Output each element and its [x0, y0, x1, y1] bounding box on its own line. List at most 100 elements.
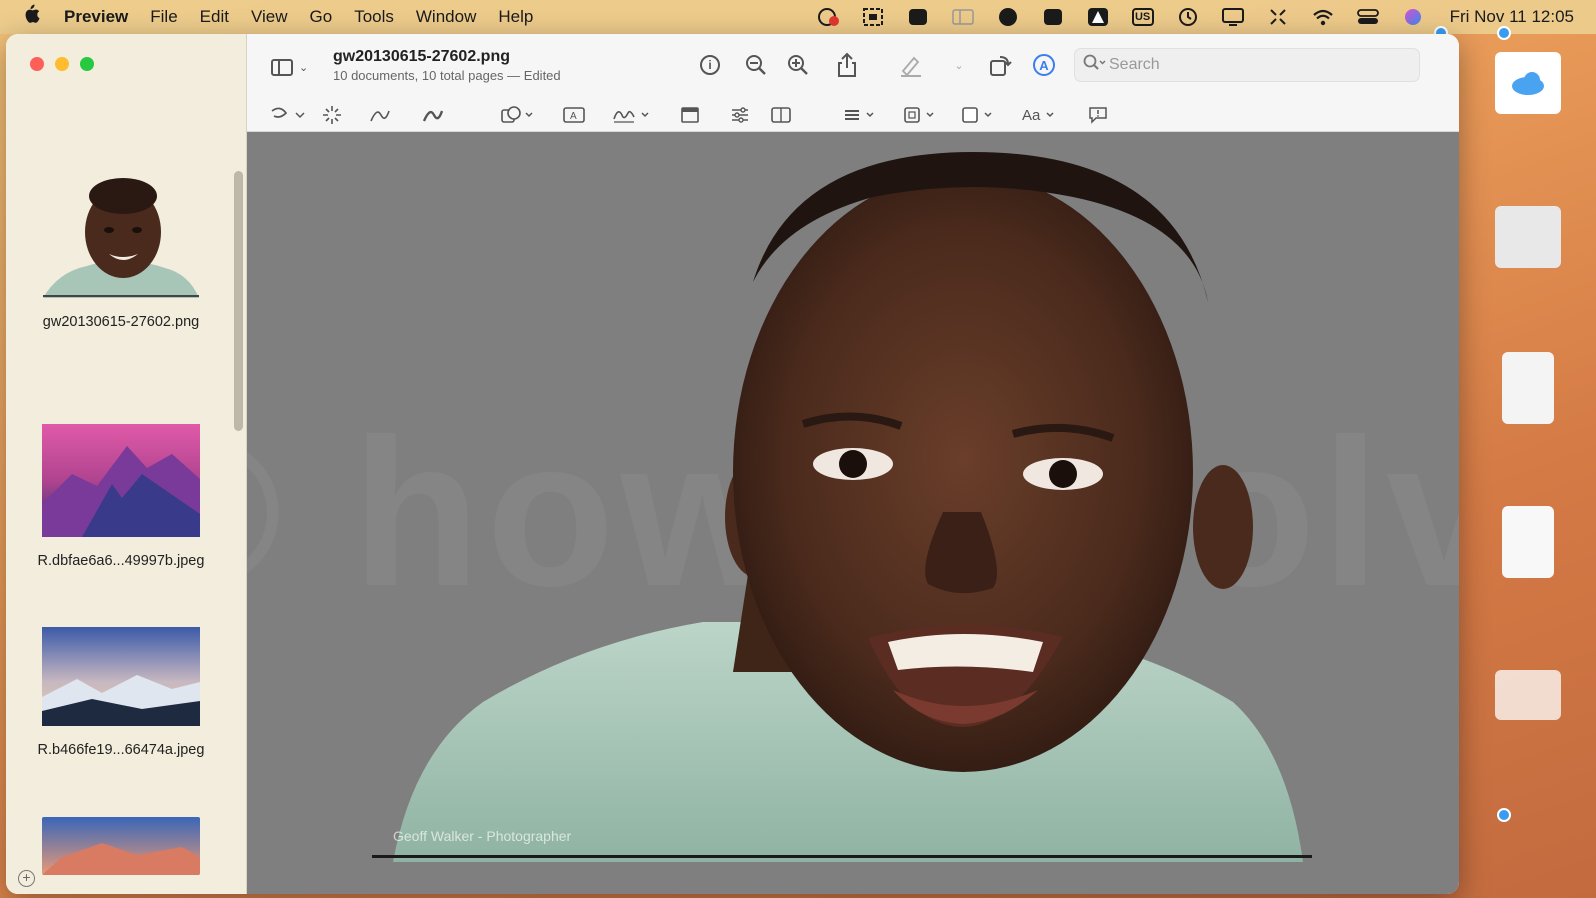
- annotate-button[interactable]: [1085, 102, 1111, 128]
- window-controls: [30, 57, 105, 71]
- thumbnail-image: [42, 627, 200, 726]
- draw-button[interactable]: [420, 102, 446, 128]
- note-button[interactable]: [677, 102, 703, 128]
- border-color-button[interactable]: [903, 102, 939, 128]
- control-center-icon[interactable]: [1356, 7, 1379, 27]
- search-input[interactable]: [1109, 56, 1409, 74]
- desktop-icon-zip[interactable]: [1490, 506, 1566, 614]
- wifi-icon[interactable]: [1312, 7, 1334, 27]
- expand-arrows-icon[interactable]: [1267, 7, 1289, 27]
- zoom-button[interactable]: [80, 57, 94, 71]
- sketch-button[interactable]: [367, 102, 393, 128]
- screenshot-icon[interactable]: [862, 7, 884, 27]
- highlighter-icon: [901, 56, 921, 77]
- svg-text:Aa: Aa: [1022, 107, 1041, 124]
- siri-icon[interactable]: [1402, 7, 1424, 27]
- search-icon: [1083, 54, 1109, 77]
- sidebar-item-partial[interactable]: [6, 817, 236, 875]
- share-button[interactable]: [834, 52, 860, 78]
- shapes-button[interactable]: [500, 102, 536, 128]
- sidebar-item-dbfae6a6[interactable]: R.dbfae6a6...49997b.jpeg: [6, 424, 236, 569]
- magic-wand-icon: [323, 106, 341, 124]
- fill-color-icon: [962, 107, 992, 123]
- toolbar: ⌄ gw20130615-27602.png 10 documents, 10 …: [247, 34, 1459, 132]
- minimize-button[interactable]: [55, 57, 69, 71]
- menu-window[interactable]: Window: [416, 7, 476, 27]
- photo-credit: Geoff Walker - Photographer: [393, 828, 572, 844]
- info-icon: i: [700, 55, 720, 75]
- add-page-icon[interactable]: +: [18, 870, 35, 887]
- alert-triangle-icon[interactable]: [1087, 7, 1109, 27]
- photo-subject-image: [393, 152, 1303, 862]
- shape-style-button[interactable]: [843, 102, 879, 128]
- text-box-button[interactable]: A: [561, 102, 587, 128]
- tasks-check-icon[interactable]: [1042, 7, 1064, 27]
- screen-recording-file-icon: [1495, 206, 1561, 268]
- display-icon[interactable]: [1221, 7, 1244, 27]
- desktop-area: [1434, 26, 1596, 898]
- info-button[interactable]: i: [697, 52, 723, 78]
- keyboard-layout-label: US: [1131, 8, 1154, 26]
- adjust-color-icon: [732, 107, 748, 123]
- document-subtitle: 10 documents, 10 total pages — Edited: [333, 68, 561, 83]
- selection-handle[interactable]: [1497, 808, 1511, 822]
- zoom-in-button[interactable]: [785, 52, 811, 78]
- markup-button[interactable]: A: [1031, 52, 1057, 78]
- desktop-icon-recording[interactable]: [1490, 206, 1566, 318]
- instant-alpha-button[interactable]: [319, 102, 345, 128]
- adjust-size-icon: [771, 107, 791, 123]
- desktop-icon-cloud[interactable]: [1490, 52, 1566, 150]
- sidebar-toggle-button[interactable]: ⌄: [271, 56, 321, 78]
- wallet-icon[interactable]: [907, 7, 929, 27]
- text-box-icon: A: [563, 107, 585, 123]
- image-bottom-edge: [372, 855, 1312, 858]
- note-icon: [681, 107, 699, 123]
- line-style-icon: [845, 110, 874, 120]
- time-machine-icon[interactable]: [1177, 7, 1199, 27]
- sidebar-icon: [271, 58, 293, 76]
- zoom-out-button[interactable]: [743, 52, 769, 78]
- document-canvas[interactable]: © howtoisolve.com: [247, 132, 1459, 894]
- thumbnail-label: R.b466fe19...66474a.jpeg: [37, 742, 205, 758]
- screen-recording-icon[interactable]: [817, 7, 839, 27]
- menu-go[interactable]: Go: [310, 7, 333, 27]
- sidebar-item-b466fe19[interactable]: R.b466fe19...66474a.jpeg: [6, 627, 236, 758]
- thumbnail-sidebar: gw20130615-27602.png R.dbfae6a6...49997b…: [6, 34, 247, 894]
- menubar-clock[interactable]: Fri Nov 11 12:05: [1450, 7, 1574, 27]
- grammarly-icon[interactable]: [997, 7, 1019, 27]
- sidebar-item-gw20130615[interactable]: gw20130615-27602.png: [6, 174, 236, 330]
- window-layout-icon[interactable]: [951, 7, 974, 27]
- rotate-icon: [990, 56, 1012, 76]
- fill-color-button[interactable]: [961, 102, 997, 128]
- speech-bubble-icon: [1089, 107, 1107, 124]
- sidebar-scrollbar[interactable]: [234, 171, 243, 431]
- search-field[interactable]: [1074, 48, 1420, 82]
- menu-file[interactable]: File: [150, 7, 177, 27]
- selection-handle[interactable]: [1497, 26, 1511, 40]
- thumbnail-image: [42, 817, 200, 875]
- highlight-options-chevron-icon[interactable]: ⌄: [946, 52, 972, 78]
- document-title[interactable]: gw20130615-27602.png: [333, 48, 510, 66]
- selection-tool-button[interactable]: [267, 102, 309, 128]
- cloud-file-icon: [1495, 52, 1561, 114]
- desktop-icon-screenshot[interactable]: [1490, 670, 1566, 756]
- menu-edit[interactable]: Edit: [200, 7, 229, 27]
- text-style-button[interactable]: Aa: [1021, 102, 1059, 128]
- menu-help[interactable]: Help: [498, 7, 533, 27]
- menu-view[interactable]: View: [251, 7, 288, 27]
- share-icon: [838, 52, 856, 77]
- keyboard-layout-icon[interactable]: US: [1131, 7, 1154, 27]
- adjust-size-button[interactable]: [768, 102, 794, 128]
- desktop-icon-document[interactable]: [1490, 352, 1566, 460]
- close-button[interactable]: [30, 57, 44, 71]
- app-name-menu[interactable]: Preview: [64, 7, 128, 27]
- sketch-icon: [370, 110, 390, 122]
- menu-tools[interactable]: Tools: [354, 7, 394, 27]
- apple-menu-icon[interactable]: [22, 4, 44, 30]
- sign-button[interactable]: [612, 102, 652, 128]
- thumbnail-label: R.dbfae6a6...49997b.jpeg: [37, 553, 205, 569]
- adjust-color-button[interactable]: [727, 102, 753, 128]
- rotate-button[interactable]: [987, 52, 1013, 78]
- highlight-button[interactable]: [898, 52, 924, 78]
- thumbnail-label: gw20130615-27602.png: [42, 314, 200, 330]
